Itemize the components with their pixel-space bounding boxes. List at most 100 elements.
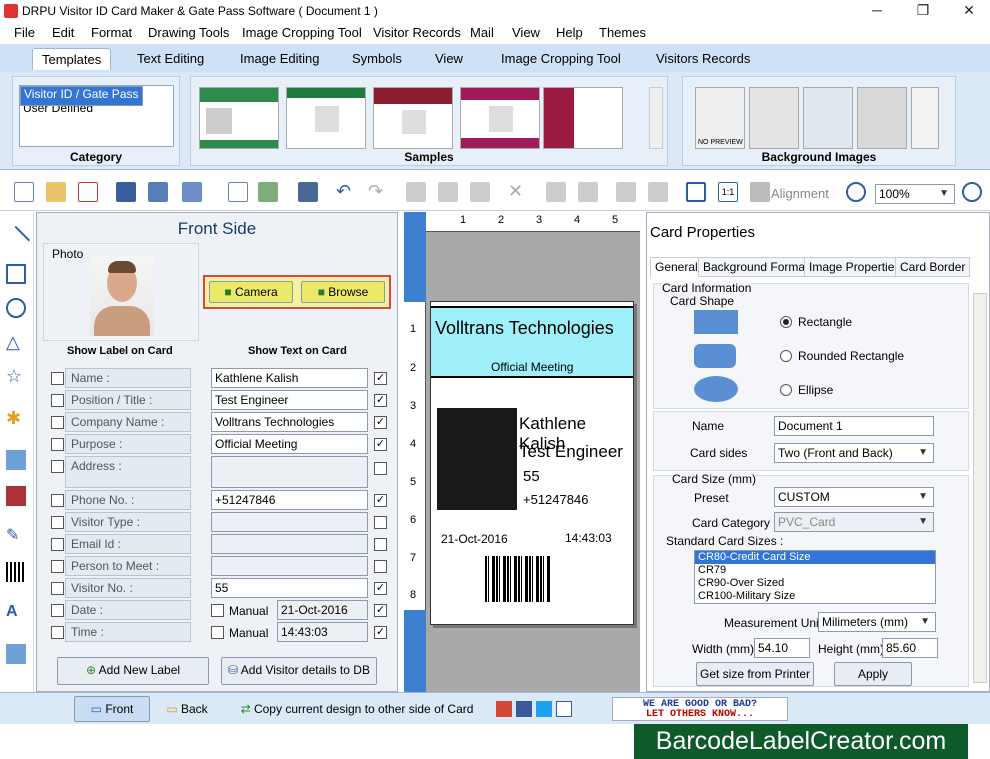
line-tool-icon[interactable] [1, 225, 31, 255]
tab-visitors-records[interactable]: Visitors Records [656, 51, 750, 66]
show-phone-text-checkbox[interactable]: ✓ [374, 494, 387, 507]
bg-thumbnail[interactable] [749, 87, 799, 149]
menu-view[interactable]: View [512, 25, 540, 40]
show-person-text-checkbox[interactable] [374, 560, 387, 573]
show-time-text-checkbox[interactable]: ✓ [374, 626, 387, 639]
time-input[interactable]: 14:43:03 [277, 622, 368, 642]
close-button[interactable]: ✕ [946, 0, 990, 22]
zoom-out-icon[interactable] [962, 182, 982, 202]
image-tool-icon[interactable] [6, 450, 26, 470]
zoom-select[interactable]: 100% ▼ [875, 184, 955, 204]
symbol-tool-icon[interactable]: ✱ [6, 408, 26, 428]
front-button[interactable]: ▭ Front [74, 696, 150, 722]
category-list[interactable]: Visitor ID / Gate Pass Miscellaneous Use… [19, 85, 174, 147]
fit-to-window-icon[interactable] [686, 182, 706, 202]
triangle-tool-icon[interactable]: △ [6, 332, 26, 352]
menu-visitor-records[interactable]: Visitor Records [373, 25, 461, 40]
back-button[interactable]: ▭ Back [154, 696, 220, 722]
card-photo-placeholder[interactable] [437, 408, 517, 510]
samples-scrollbar[interactable] [649, 87, 663, 149]
show-visitor-no-text-checkbox[interactable]: ✓ [374, 582, 387, 595]
rectangle-tool-icon[interactable] [6, 264, 26, 284]
alignment-icon[interactable] [750, 182, 770, 202]
redo-icon[interactable]: ↷ [368, 182, 388, 202]
copy-icon[interactable] [438, 182, 458, 202]
delete-icon[interactable]: ✕ [508, 182, 528, 202]
sample-thumbnail[interactable] [373, 87, 453, 149]
tab-image-editing[interactable]: Image Editing [240, 51, 320, 66]
card-barcode[interactable] [485, 556, 551, 602]
standard-size-item[interactable]: CR80-Credit Card Size [695, 551, 935, 564]
menu-format[interactable]: Format [91, 25, 132, 40]
ellipse-tool-icon[interactable] [6, 298, 26, 318]
card-date[interactable]: 21-Oct-2016 [441, 532, 508, 546]
visitor-no-input[interactable]: 55 [211, 578, 368, 598]
show-company-label-checkbox[interactable] [51, 416, 64, 429]
bg-thumbnail[interactable] [857, 87, 907, 149]
sample-thumbnail[interactable] [286, 87, 366, 149]
tab-card-border[interactable]: Card Border [895, 257, 971, 277]
show-name-text-checkbox[interactable]: ✓ [374, 372, 387, 385]
show-visitor-type-label-checkbox[interactable] [51, 516, 64, 529]
standard-size-item[interactable]: CR79 [695, 564, 935, 577]
address-input[interactable] [211, 456, 368, 488]
date-input[interactable]: 21-Oct-2016 [277, 600, 368, 620]
sample-thumbnail[interactable] [543, 87, 623, 149]
menu-drawing-tools[interactable]: Drawing Tools [148, 25, 229, 40]
menu-edit[interactable]: Edit [52, 25, 74, 40]
show-visitor-no-label-checkbox[interactable] [51, 582, 64, 595]
unlock-icon[interactable] [648, 182, 668, 202]
tab-image-properties[interactable]: Image Properties [804, 257, 906, 277]
google-plus-icon[interactable] [496, 701, 512, 717]
signature-tool-icon[interactable]: ✎ [6, 526, 26, 546]
tab-image-cropping-tool[interactable]: Image Cropping Tool [501, 51, 621, 66]
tab-background-format[interactable]: Background Format [698, 257, 814, 277]
rate-us-banner[interactable]: WE ARE GOOD OR BAD? LET OTHERS KNOW... [612, 697, 788, 721]
apply-button[interactable]: Apply [834, 662, 912, 686]
paste-icon[interactable] [470, 182, 490, 202]
bg-thumbnail[interactable] [803, 87, 853, 149]
bg-thumbnail-none[interactable]: NO PREVIEW [695, 87, 745, 149]
facebook-icon[interactable] [516, 701, 532, 717]
card-visitor-no[interactable]: 55 [523, 468, 540, 485]
category-item[interactable]: Visitor ID / Gate Pass [20, 86, 143, 106]
show-phone-label-checkbox[interactable] [51, 494, 64, 507]
minimize-button[interactable]: ─ [854, 0, 900, 22]
card-sides-select[interactable]: Two (Front and Back) ▼ [774, 443, 934, 463]
camera-button[interactable]: ■ Camera [209, 281, 293, 303]
image-icon[interactable] [258, 182, 278, 202]
show-name-label-checkbox[interactable] [51, 372, 64, 385]
menu-file[interactable]: File [14, 25, 35, 40]
tab-symbols[interactable]: Symbols [352, 51, 402, 66]
width-input[interactable]: 54.10 [754, 638, 810, 658]
text-tool-icon[interactable]: A [6, 602, 26, 622]
show-purpose-text-checkbox[interactable]: ✓ [374, 438, 387, 451]
lock-icon[interactable] [616, 182, 636, 202]
maximize-button[interactable]: ❐ [900, 0, 946, 22]
ellipse-radio[interactable] [780, 384, 792, 396]
show-email-text-checkbox[interactable] [374, 538, 387, 551]
sample-thumbnail[interactable] [460, 87, 540, 149]
standard-size-item[interactable]: CR100-Military Size [695, 590, 935, 603]
show-time-label-checkbox[interactable] [51, 626, 64, 639]
export-icon[interactable] [182, 182, 202, 202]
menu-themes[interactable]: Themes [599, 25, 646, 40]
phone-input[interactable]: +51247846 [211, 490, 368, 510]
watermark-tool-icon[interactable] [6, 644, 26, 664]
copy-design-button[interactable]: ⇄ Copy current design to other side of C… [228, 696, 486, 722]
cut-icon[interactable] [406, 182, 426, 202]
properties-icon[interactable] [228, 182, 248, 202]
manual-date-checkbox[interactable] [211, 604, 224, 617]
show-address-label-checkbox[interactable] [51, 460, 64, 473]
undo-icon[interactable]: ↶ [336, 182, 356, 202]
print-icon[interactable] [298, 182, 318, 202]
preset-select[interactable]: CUSTOM ▼ [774, 487, 934, 507]
new-icon[interactable] [14, 182, 34, 202]
star-tool-icon[interactable]: ☆ [6, 366, 26, 386]
barcode-tool-icon[interactable] [6, 562, 26, 582]
tab-templates[interactable]: Templates [32, 48, 112, 70]
group-icon[interactable] [546, 182, 566, 202]
sample-thumbnail[interactable] [199, 87, 279, 149]
library-tool-icon[interactable] [6, 486, 26, 506]
document-name-input[interactable]: Document 1 [774, 416, 934, 436]
